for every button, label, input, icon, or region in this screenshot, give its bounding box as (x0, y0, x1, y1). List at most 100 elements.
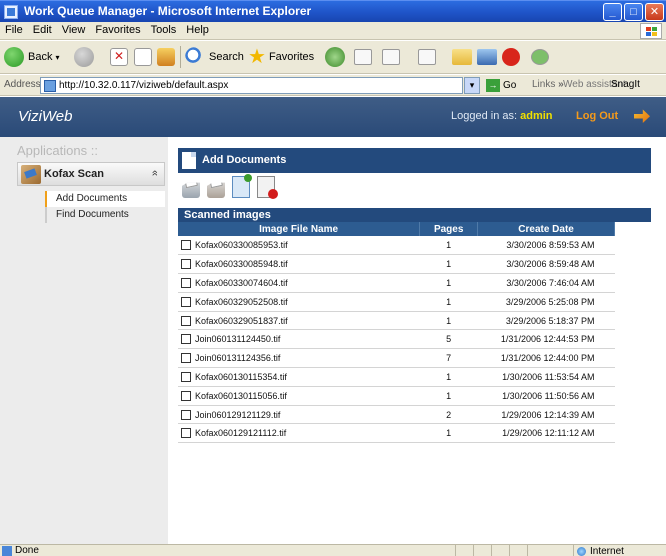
links-label: Links (532, 79, 556, 90)
menu-favorites[interactable]: Favorites (90, 22, 145, 38)
menu-file[interactable]: File (0, 22, 28, 38)
messenger-button[interactable] (502, 46, 520, 68)
file-name[interactable]: Kofax060329051837.tif (195, 316, 288, 326)
refresh-button[interactable] (134, 46, 152, 68)
status-pane (527, 545, 545, 556)
sidebar-item-find-documents[interactable]: Find Documents (45, 207, 165, 223)
file-name[interactable]: Kofax060330085953.tif (195, 240, 288, 250)
create-date-cell: 1/29/2006 12:11:12 AM (477, 423, 615, 444)
add-documents-header: Add Documents (178, 148, 651, 173)
join-documents-icon[interactable] (232, 174, 252, 198)
address-input[interactable]: http://10.32.0.117/viziweb/default.aspx (40, 77, 463, 94)
file-name[interactable]: Join060131124450.tif (195, 334, 280, 344)
file-name-cell: Kofax060330085948.tif (178, 254, 420, 275)
window-title: Work Queue Manager - Microsoft Internet … (24, 4, 312, 18)
edit-button[interactable] (414, 46, 440, 68)
discuss-button[interactable] (452, 46, 472, 68)
pages-cell: 1 (419, 273, 478, 293)
table-row[interactable]: Kofax060329051837.tif 1 3/29/2006 5:18:37 … (178, 311, 615, 331)
address-dropdown-button[interactable]: ▾ (464, 77, 480, 94)
pages-cell: 2 (419, 405, 478, 425)
menu-view[interactable]: View (57, 22, 91, 38)
back-dropdown-icon[interactable]: ▾ (55, 53, 59, 62)
table-row[interactable]: Join060129121129.tif 2 1/29/2006 12:14:39 … (178, 405, 615, 425)
file-name[interactable]: Kofax060130115354.tif (195, 372, 287, 382)
delete-document-icon[interactable] (257, 176, 278, 199)
menu-tools[interactable]: Tools (146, 22, 182, 38)
row-checkbox[interactable] (181, 315, 191, 326)
pages-cell: 1 (419, 236, 478, 256)
column-header-pages[interactable]: Pages (419, 222, 479, 236)
search-button[interactable]: Search (185, 46, 244, 68)
row-checkbox[interactable] (181, 240, 191, 251)
file-name[interactable]: Kofax060129121112.tif (195, 428, 286, 438)
logout-arrow-icon[interactable] (634, 109, 650, 123)
research-button[interactable] (477, 46, 497, 68)
mail-button[interactable] (350, 46, 376, 68)
file-name-cell: Kofax060329052508.tif (178, 292, 420, 312)
scan-icon[interactable] (182, 182, 200, 198)
file-name[interactable]: Kofax060330074604.tif (195, 278, 288, 288)
file-name[interactable]: Join060129121129.tif (195, 410, 280, 420)
table-row[interactable]: Join060131124450.tif 5 1/31/2006 12:44:53 … (178, 329, 615, 350)
applications-title: Applications :: (17, 143, 98, 158)
file-name[interactable]: Join060131124356.tif (195, 353, 280, 363)
status-pane (455, 545, 473, 556)
table-row[interactable]: Join060131124356.tif 7 1/31/2006 12:44:00 … (178, 348, 615, 369)
windows-logo-icon (640, 23, 662, 39)
pages-cell: 5 (419, 329, 478, 350)
sidebar-item-add-documents[interactable]: Add Documents (45, 191, 165, 207)
viziweb-app: ViziWeb Logged in as: admin Log Out Appl… (0, 97, 666, 544)
row-checkbox[interactable] (181, 334, 191, 345)
go-label: Go (503, 80, 517, 91)
status-text: Done (15, 545, 39, 556)
print-button[interactable] (378, 46, 404, 68)
go-arrow-icon: → (486, 79, 500, 92)
row-checkbox[interactable] (181, 409, 191, 420)
word-edit-icon (418, 49, 436, 65)
mail-icon (354, 49, 372, 65)
go-button[interactable]: → Go (486, 79, 516, 92)
forward-button[interactable] (74, 46, 98, 68)
create-date-cell: 1/31/2006 12:44:53 PM (477, 329, 615, 350)
row-checkbox[interactable] (181, 353, 191, 364)
row-checkbox[interactable] (181, 296, 191, 307)
table-row[interactable]: Kofax060329052508.tif 1 3/29/2006 5:25:08 … (178, 292, 615, 312)
logout-link[interactable]: Log Out (576, 110, 618, 122)
table-row[interactable]: Kofax060330074604.tif 1 3/30/2006 7:46:04 … (178, 273, 615, 293)
column-header-create-date[interactable]: Create Date (477, 222, 615, 236)
menu-edit[interactable]: Edit (28, 22, 57, 38)
back-button[interactable]: Back ▾ (4, 46, 59, 68)
home-button[interactable] (157, 46, 175, 68)
table-row[interactable]: Kofax060129121112.tif 1 1/29/2006 12:11:12… (178, 423, 615, 444)
close-button[interactable]: ✕ (645, 3, 664, 21)
status-done: Done (2, 545, 39, 556)
maximize-button[interactable]: □ (624, 3, 643, 21)
menu-help[interactable]: Help (181, 22, 214, 38)
users-button[interactable] (527, 46, 553, 68)
row-checkbox[interactable] (181, 371, 191, 382)
minimize-button[interactable]: _ (603, 3, 622, 21)
column-header-file-name[interactable]: Image File Name (178, 222, 421, 236)
table-row[interactable]: Kofax060330085948.tif 1 3/30/2006 8:59:48 … (178, 254, 615, 275)
table-row[interactable]: Kofax060130115354.tif 1 1/30/2006 11:53:54… (178, 367, 615, 387)
table-row[interactable]: Kofax060130115056.tif 1 1/30/2006 11:50:56… (178, 386, 615, 406)
add-documents-title: Add Documents (202, 154, 287, 166)
file-name[interactable]: Kofax060330085948.tif (195, 259, 288, 269)
table-row[interactable]: Kofax060330085953.tif 1 3/30/2006 8:59:53 … (178, 236, 615, 256)
status-pane (491, 545, 509, 556)
collapse-chevron-icon[interactable]: » (149, 170, 161, 176)
file-name[interactable]: Kofax060130115056.tif (195, 391, 287, 401)
favorites-button[interactable]: ★ Favorites (248, 46, 314, 68)
row-checkbox[interactable] (181, 428, 191, 439)
row-checkbox[interactable] (181, 277, 191, 288)
row-checkbox[interactable] (181, 390, 191, 401)
stop-button[interactable] (110, 46, 128, 68)
snagit-button[interactable]: SnagIt (611, 79, 640, 90)
file-name[interactable]: Kofax060329052508.tif (195, 297, 288, 307)
links-button[interactable]: Links » (532, 79, 564, 90)
row-checkbox[interactable] (181, 259, 191, 270)
history-button[interactable] (325, 46, 349, 68)
kofax-scan-group-header[interactable]: Kofax Scan » (17, 162, 165, 186)
scan-settings-icon[interactable] (207, 182, 225, 198)
